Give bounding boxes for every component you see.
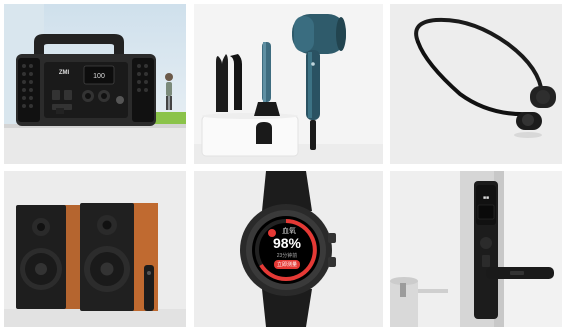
product-tile-power-station[interactable]: 100 ZMI — [4, 4, 186, 164]
svg-text:100: 100 — [93, 73, 105, 80]
svg-text:■■: ■■ — [483, 195, 489, 201]
speakers-image — [4, 171, 186, 327]
hair-styling-set-image — [194, 4, 383, 164]
product-tile-headphones[interactable] — [390, 4, 562, 164]
headphones-image — [390, 4, 562, 164]
smart-lock-image: ■■ — [390, 171, 562, 327]
watch-screen-button: 立即测量 — [274, 260, 301, 269]
watch-screen-value: 98% — [272, 235, 302, 251]
product-tile-smart-lock[interactable]: ■■ — [390, 171, 562, 327]
product-tile-smartwatch[interactable]: 血氧 98% 23分钟前 立即测量 — [194, 171, 383, 327]
product-tile-speakers[interactable] — [4, 171, 186, 327]
watch-screen-subtext: 23分钟前 — [276, 253, 298, 259]
power-station-image: 100 ZMI — [4, 4, 186, 164]
power-station-brand: ZMI — [59, 70, 70, 76]
product-tile-hair-styling-set[interactable] — [194, 4, 383, 164]
